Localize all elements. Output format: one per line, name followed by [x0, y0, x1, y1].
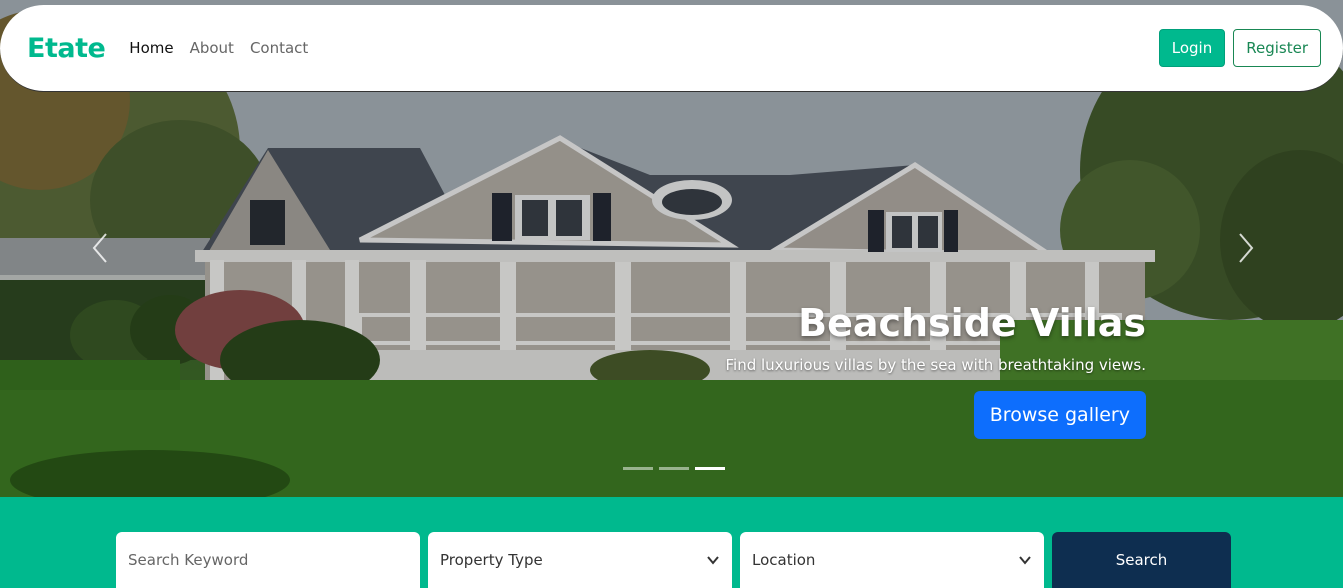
carousel-indicators: [623, 467, 725, 470]
nav-link-about[interactable]: About: [190, 39, 234, 57]
chevron-left-icon: [92, 233, 107, 263]
carousel-prev-button[interactable]: [86, 228, 116, 268]
brand-logo[interactable]: Etate: [27, 33, 106, 64]
nav-links: Home About Contact: [129, 39, 308, 57]
location-value: Location: [752, 551, 816, 569]
property-type-value: Property Type: [440, 551, 543, 569]
carousel-indicator-3[interactable]: [695, 467, 725, 470]
property-type-select[interactable]: Property Type: [428, 532, 732, 588]
search-keyword-input[interactable]: Search Keyword: [116, 532, 420, 588]
nav-link-home[interactable]: Home: [129, 39, 173, 57]
register-button[interactable]: Register: [1233, 29, 1321, 67]
carousel-caption: Beachside Villas Find luxurious villas b…: [726, 300, 1146, 439]
nav-link-contact[interactable]: Contact: [250, 39, 308, 57]
chevron-right-icon: [1239, 233, 1254, 263]
auth-buttons: Login Register: [1158, 29, 1321, 67]
hero-title: Beachside Villas: [798, 301, 1146, 345]
carousel-indicator-1[interactable]: [623, 467, 653, 470]
property-search-bar: Search Keyword Property Type Location Se…: [0, 497, 1343, 588]
carousel-next-button[interactable]: [1232, 228, 1262, 268]
chevron-down-icon: [1019, 556, 1031, 565]
browse-gallery-button[interactable]: Browse gallery: [973, 391, 1146, 439]
location-select[interactable]: Location: [740, 532, 1044, 588]
top-navbar: Etate Home About Contact Login Register: [0, 5, 1343, 92]
chevron-down-icon: [707, 556, 719, 565]
login-button[interactable]: Login: [1158, 29, 1226, 67]
search-button[interactable]: Search: [1052, 532, 1231, 588]
hero-subtitle: Find luxurious villas by the sea with br…: [725, 356, 1146, 374]
carousel-indicator-2[interactable]: [659, 467, 689, 470]
search-keyword-placeholder: Search Keyword: [128, 551, 249, 569]
